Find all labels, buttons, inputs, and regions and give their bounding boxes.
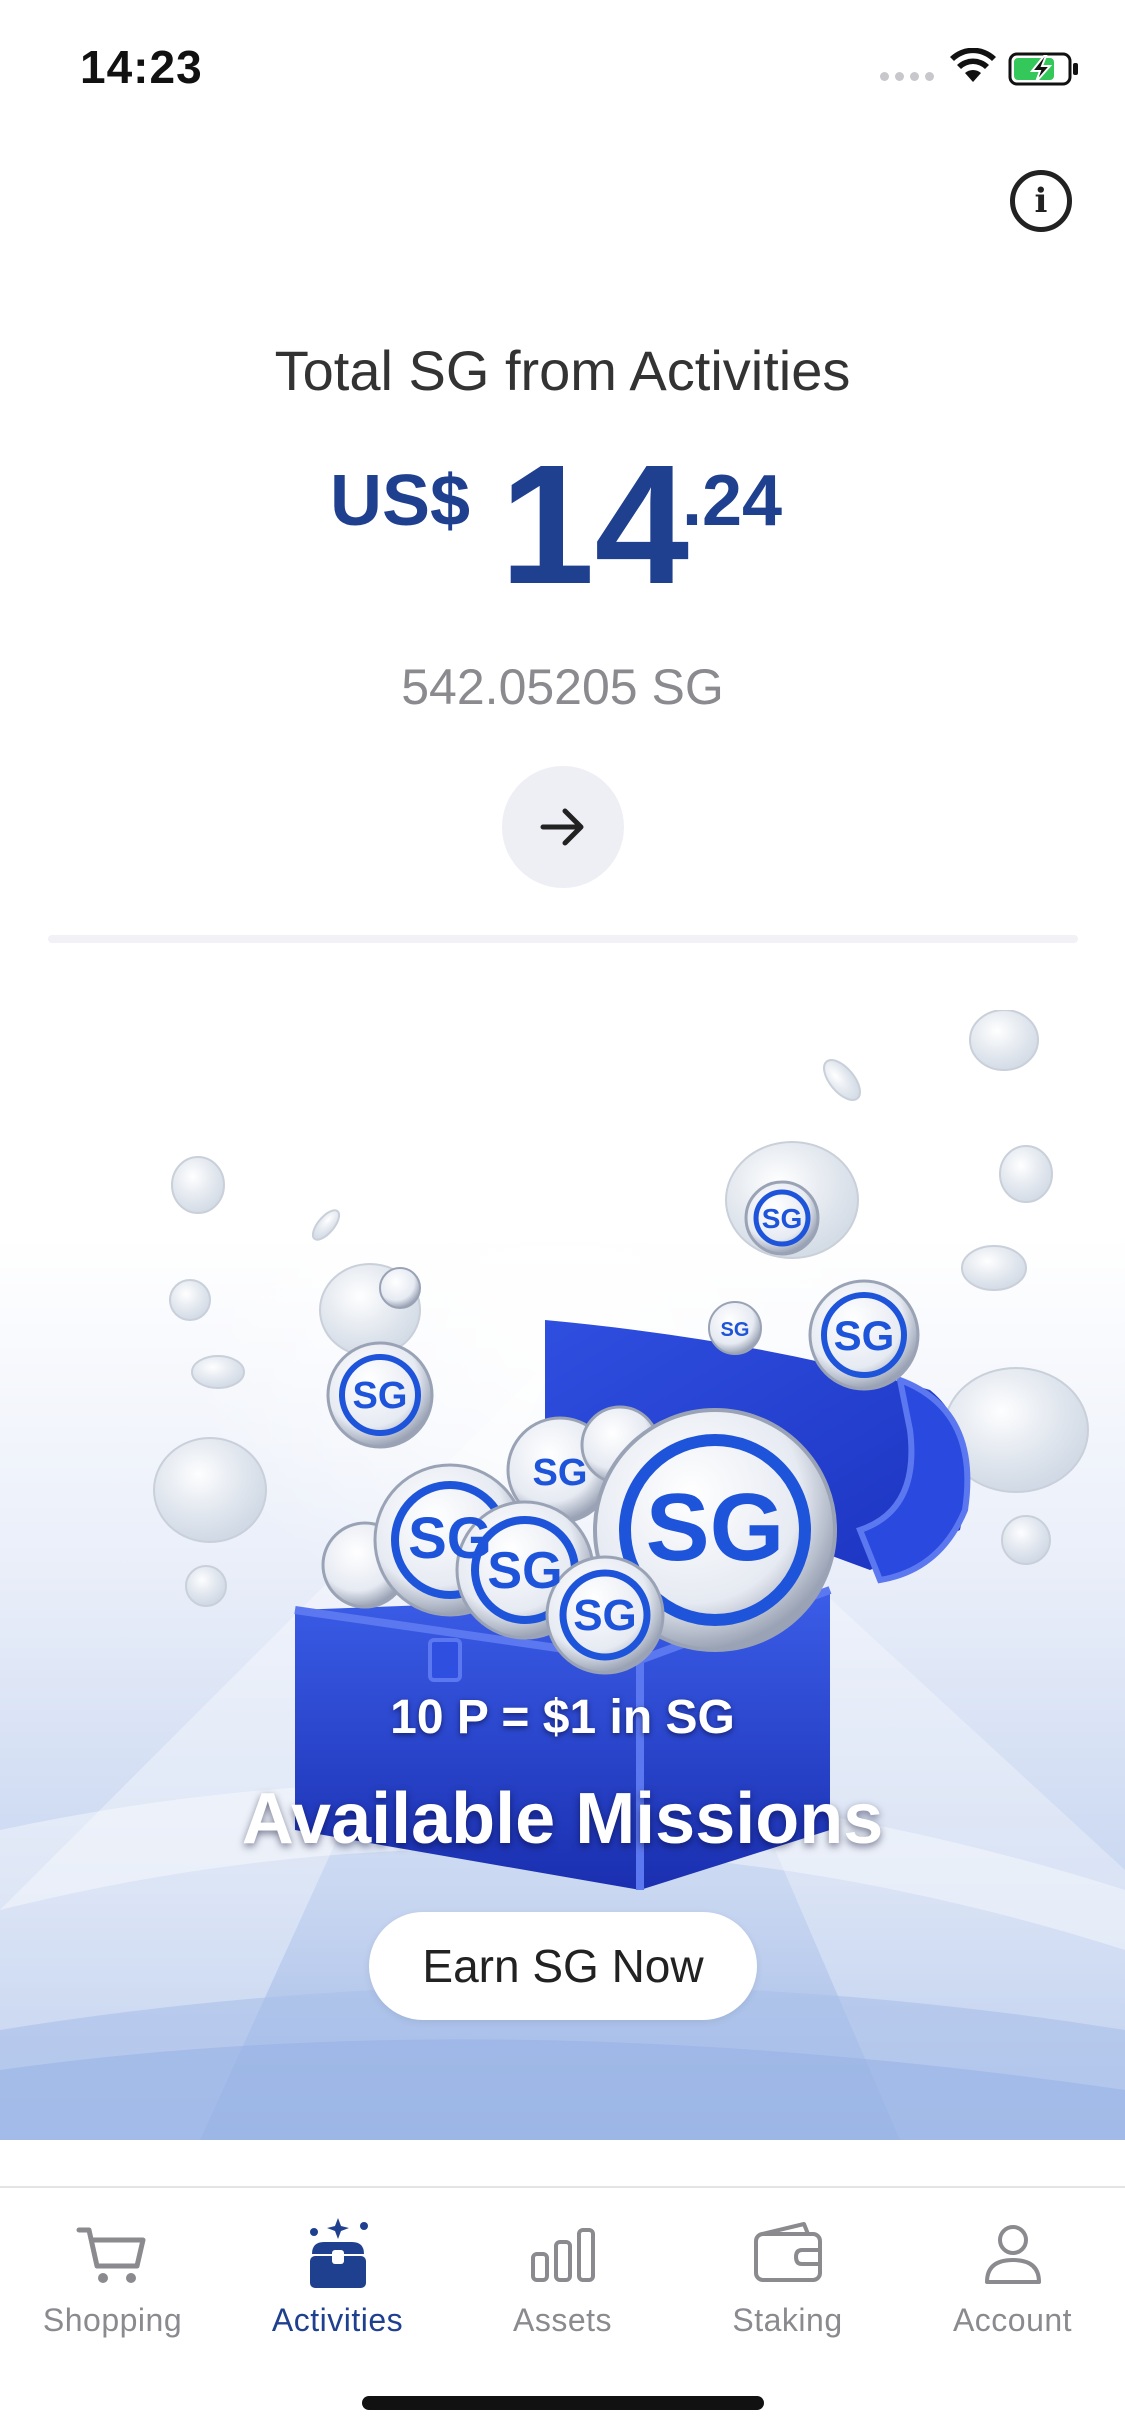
- status-time: 14:23: [80, 41, 203, 93]
- earn-sg-now-button[interactable]: Earn SG Now: [369, 1912, 757, 2020]
- svg-text:SG: SG: [408, 1506, 492, 1571]
- arrow-right-icon: [540, 808, 584, 846]
- tab-staking[interactable]: Staking: [675, 2214, 900, 2354]
- svg-text:SG: SG: [487, 1542, 562, 1600]
- missions-banner[interactable]: SG SG SG SG SG SG SG SG SG 10 P = $1 in …: [0, 1010, 1125, 2140]
- info-icon: i: [1034, 181, 1048, 221]
- wallet-icon: [753, 2222, 822, 2282]
- svg-text:SG: SG: [721, 1319, 750, 1341]
- sg-balance: 542.05205 SG: [401, 659, 724, 715]
- amount-decimal: .24: [682, 461, 783, 541]
- person-icon: [984, 2225, 1041, 2284]
- home-indicator[interactable]: [362, 2396, 764, 2410]
- svg-text:SG: SG: [646, 1474, 785, 1581]
- tab-label: Shopping: [42, 2302, 183, 2338]
- details-arrow-button[interactable]: [502, 766, 624, 888]
- banner-title: Available Missions: [241, 1779, 884, 1859]
- summary-title: Total SG from Activities: [274, 339, 851, 402]
- tab-label: Activities: [271, 2302, 404, 2338]
- svg-text:SG: SG: [533, 1452, 588, 1494]
- svg-text:SG: SG: [834, 1312, 895, 1359]
- wifi-icon: [950, 48, 996, 82]
- tab-shopping[interactable]: Shopping: [0, 2214, 225, 2354]
- tab-label: Staking: [732, 2302, 843, 2338]
- tab-label: Assets: [512, 2302, 613, 2338]
- usd-amount: US$ 14 .24: [0, 440, 1125, 620]
- status-bar: 14:23: [0, 0, 1125, 132]
- battery-charging-icon: [1008, 52, 1078, 86]
- cart-icon: [76, 2227, 145, 2283]
- info-button[interactable]: i: [1010, 170, 1072, 232]
- cellular-signal-icon: [880, 72, 934, 81]
- tab-account[interactable]: Account: [900, 2214, 1125, 2354]
- amount-integer: 14: [500, 430, 690, 620]
- svg-text:SG: SG: [353, 1375, 408, 1417]
- tab-activities[interactable]: Activities: [225, 2214, 450, 2354]
- points-rate-text: 10 P = $1 in SG: [390, 1691, 735, 1744]
- svg-text:SG: SG: [762, 1203, 802, 1234]
- tab-label: Account: [952, 2302, 1073, 2338]
- svg-text:SG: SG: [573, 1591, 637, 1640]
- tab-assets[interactable]: Assets: [450, 2214, 675, 2354]
- section-divider: [48, 935, 1078, 943]
- currency-label: US$: [330, 461, 471, 541]
- bar-chart-icon: [530, 2228, 595, 2282]
- treasure-chest-icon: [309, 2218, 368, 2288]
